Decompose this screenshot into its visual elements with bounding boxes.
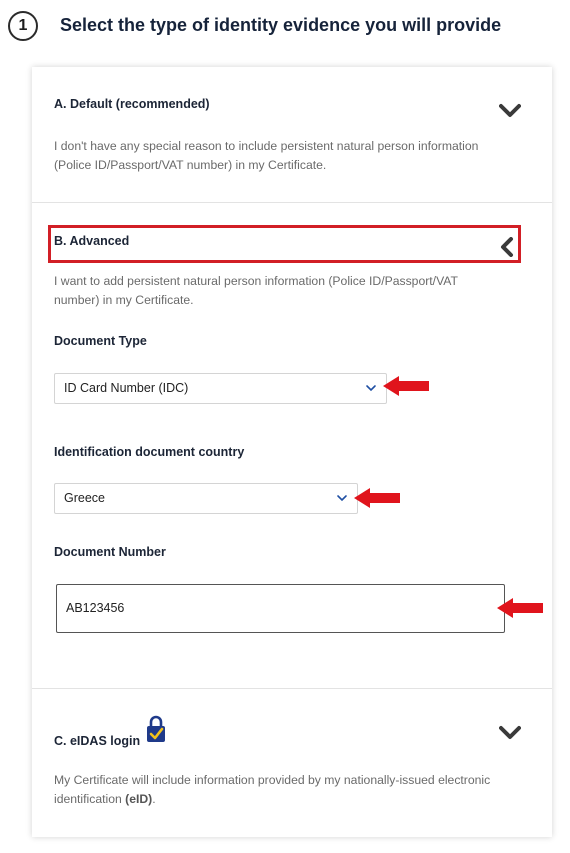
option-a-title: A. Default (recommended)	[54, 97, 210, 111]
option-c-description-text: My Certificate will include information …	[54, 773, 491, 806]
document-type-select[interactable]: ID Card Number (IDC)	[54, 373, 387, 404]
divider	[32, 688, 552, 689]
document-number-label: Document Number	[54, 545, 166, 559]
country-value: Greece	[64, 491, 105, 505]
option-b-title: B. Advanced	[54, 234, 130, 248]
country-select[interactable]: Greece	[54, 483, 358, 514]
lock-check-icon	[147, 715, 165, 742]
option-c-description-eid: (eID)	[125, 792, 153, 806]
chevron-left-icon[interactable]	[499, 237, 515, 257]
chevron-down-icon	[337, 495, 347, 502]
chevron-down-icon[interactable]	[499, 103, 521, 119]
chevron-down-icon	[366, 385, 376, 392]
document-number-value: AB123456	[66, 601, 125, 615]
step-number-badge: 1	[8, 11, 38, 41]
option-c-title: C. eIDAS login	[54, 734, 141, 748]
divider	[32, 202, 552, 203]
document-type-value: ID Card Number (IDC)	[64, 381, 189, 395]
document-number-input[interactable]: AB123456	[56, 584, 505, 633]
page-title: Select the type of identity evidence you…	[60, 15, 502, 35]
country-label: Identification document country	[54, 445, 245, 459]
option-b-description: I want to add persistent natural person …	[54, 274, 458, 307]
option-c-description-end: .	[152, 792, 156, 806]
option-c-description: My Certificate will include information …	[54, 771, 524, 809]
identity-evidence-card: A. Default (recommended) I don't have an…	[32, 67, 552, 837]
annotation-arrow-icon	[497, 598, 543, 618]
option-a-description: I don't have any special reason to inclu…	[54, 139, 479, 172]
document-type-label: Document Type	[54, 334, 147, 348]
annotation-arrow-icon	[383, 376, 429, 396]
step-number: 1	[18, 17, 28, 34]
annotation-arrow-icon	[354, 488, 400, 508]
chevron-down-icon[interactable]	[499, 725, 521, 741]
